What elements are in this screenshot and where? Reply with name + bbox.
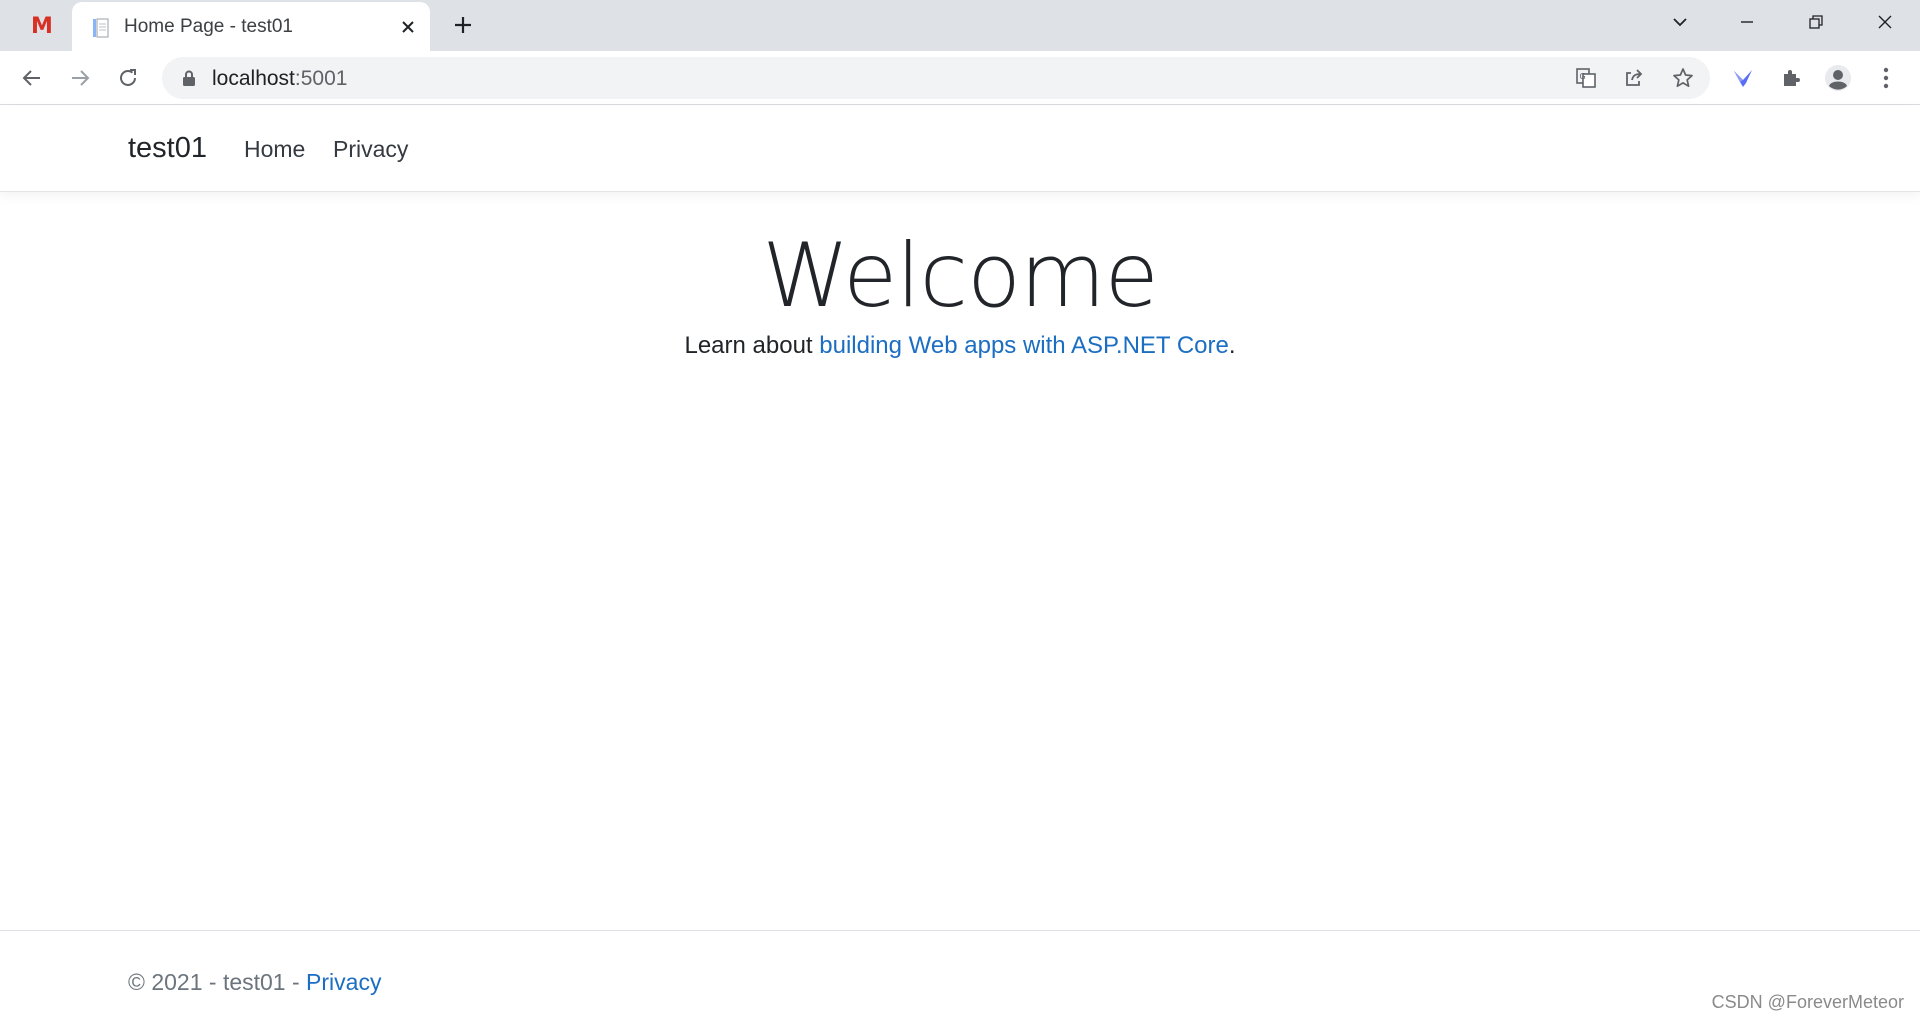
svg-text:G: G (1580, 72, 1586, 81)
intro-text: Learn about (684, 332, 820, 359)
new-tab-button[interactable] (448, 10, 478, 40)
address-bar[interactable]: localhost:5001 G (162, 57, 1710, 99)
tab-search-button[interactable] (1660, 6, 1700, 38)
plus-icon (455, 17, 471, 33)
nav-link-home[interactable]: Home (244, 136, 305, 163)
page-content: test01 Home Privacy Welcome Learn about … (0, 106, 1920, 1020)
minimize-button[interactable] (1727, 6, 1767, 38)
site-footer: © 2021 - test01 - Privacy (0, 930, 1920, 1020)
reload-button[interactable] (110, 60, 146, 96)
url-port: :5001 (294, 67, 348, 90)
back-arrow-icon (22, 70, 40, 86)
browser-toolbar: localhost:5001 G (0, 51, 1920, 105)
site-brand-link[interactable]: test01 (128, 132, 207, 165)
bookmark-star-icon[interactable] (1669, 64, 1697, 92)
close-icon[interactable] (396, 15, 420, 39)
watermark: CSDN @ForeverMeteor (1711, 992, 1904, 1012)
close-window-button[interactable] (1865, 6, 1905, 38)
back-button[interactable] (14, 60, 50, 96)
nav-link-privacy[interactable]: Privacy (333, 136, 408, 163)
url-text[interactable]: localhost:5001 (212, 67, 347, 91)
restore-button[interactable] (1796, 6, 1836, 38)
forward-button[interactable] (62, 60, 98, 96)
footer-copyright: © 2021 - test01 - (128, 969, 307, 995)
site-navbar: test01 Home Privacy (0, 106, 1920, 192)
puzzle-icon (1784, 70, 1800, 86)
browser-window: M Home Page - test01 localhost:5001 G te… (0, 0, 1920, 1020)
close-window-icon (1878, 15, 1892, 29)
docs-link[interactable]: building Web apps with ASP.NET Core (819, 332, 1229, 359)
pinned-tab[interactable]: M (22, 12, 62, 40)
extension-button[interactable] (1725, 60, 1761, 96)
intro-period: . (1228, 332, 1236, 359)
lock-icon[interactable] (180, 69, 198, 87)
url-host: localhost (212, 67, 295, 90)
browser-menu-button[interactable] (1868, 60, 1904, 96)
intro-paragraph: Learn about building Web apps with ASP.N… (0, 332, 1920, 360)
share-icon[interactable] (1620, 64, 1648, 92)
reload-icon (120, 69, 136, 86)
page-title: Welcome (762, 224, 1159, 327)
restore-icon (1809, 15, 1823, 29)
profile-button[interactable] (1820, 60, 1856, 96)
footer-privacy-link[interactable]: Privacy (306, 969, 381, 995)
pinned-tab-icon: M (31, 13, 53, 39)
tab-active[interactable]: Home Page - test01 (72, 2, 430, 51)
minimize-icon (1741, 21, 1753, 23)
tab-title: Home Page - test01 (124, 16, 293, 37)
translate-icon[interactable]: G (1572, 64, 1600, 92)
forward-arrow-icon (72, 70, 90, 86)
extensions-menu-button[interactable] (1773, 60, 1809, 96)
document-icon (90, 17, 112, 39)
chevron-down-icon (1673, 18, 1687, 27)
avatar-icon (1825, 65, 1851, 91)
tab-strip: M Home Page - test01 (0, 0, 1920, 51)
kebab-menu-icon (1883, 67, 1889, 89)
footer-text: © 2021 - test01 - Privacy (128, 969, 381, 996)
extension-logo-icon (1734, 70, 1752, 87)
